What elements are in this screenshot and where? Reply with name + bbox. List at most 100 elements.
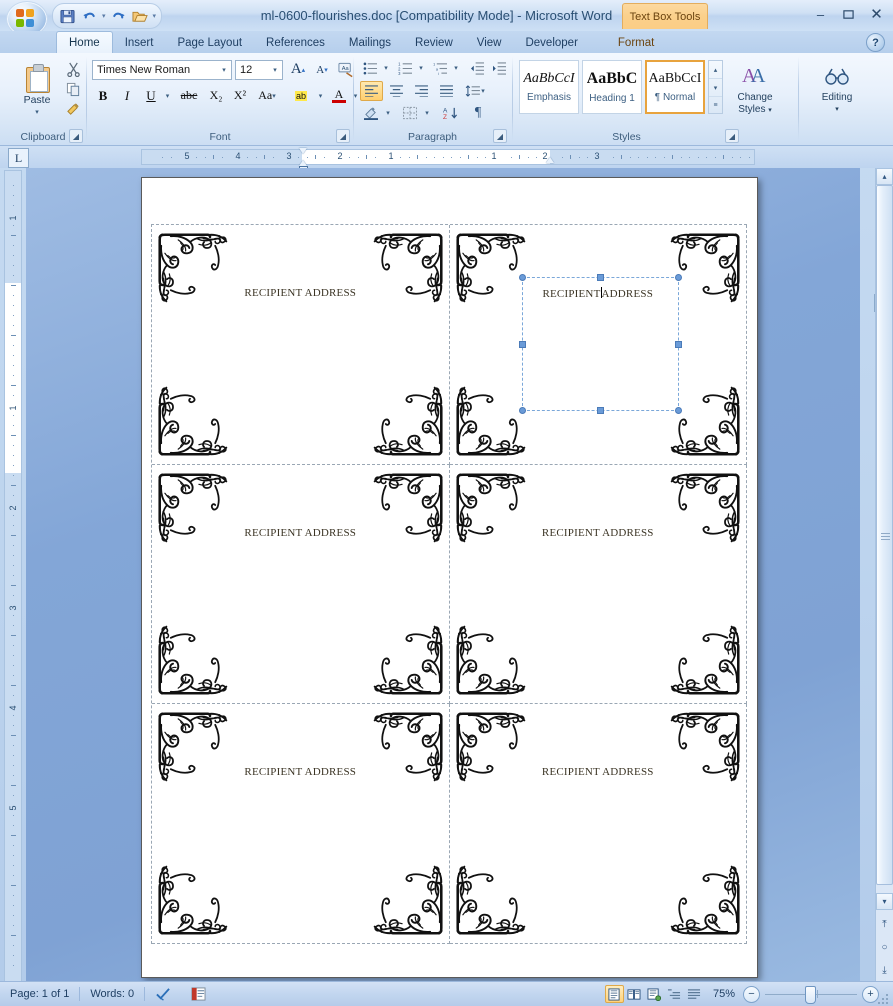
document-canvas[interactable]: RECIPIENT ADDRESS	[26, 168, 860, 982]
bullets-dropdown[interactable]: ▾	[381, 58, 391, 78]
recipient-address-text[interactable]: RECIPIENT ADDRESS	[152, 287, 449, 299]
next-page-button[interactable]: ⤓	[876, 962, 893, 979]
label-cell[interactable]: RECIPIENT ADDRESS	[450, 465, 748, 705]
paste-button[interactable]: Paste ▾	[14, 59, 60, 121]
font-name-combo[interactable]: Times New Roman ▾	[92, 60, 232, 80]
underline-button[interactable]: U	[140, 85, 162, 106]
scroll-up-button[interactable]: ▴	[876, 168, 893, 185]
zoom-slider[interactable]	[765, 994, 857, 995]
resize-handle[interactable]	[519, 407, 526, 414]
left-indent-marker[interactable]	[299, 148, 308, 170]
resize-handle[interactable]	[675, 341, 682, 348]
align-center-button[interactable]	[385, 81, 408, 101]
document-page[interactable]: RECIPIENT ADDRESS	[141, 177, 758, 978]
open-button[interactable]	[130, 6, 151, 26]
undo-button[interactable]	[79, 6, 100, 26]
decrease-indent-button[interactable]	[467, 58, 487, 78]
label-cell[interactable]: RECIPIENT ADDRESS	[152, 225, 450, 465]
align-left-button[interactable]	[360, 81, 383, 101]
right-indent-marker[interactable]	[546, 157, 554, 163]
style-heading-1[interactable]: AaBbC Heading 1	[582, 60, 642, 114]
help-icon[interactable]: ?	[866, 33, 885, 52]
borders-dropdown[interactable]: ▾	[422, 103, 432, 123]
strikethrough-button[interactable]: abc	[175, 85, 203, 106]
underline-dropdown[interactable]: ▾	[162, 85, 173, 106]
tab-references[interactable]: References	[254, 32, 337, 53]
label-cell[interactable]: RECIPIENT ADDRESS	[450, 704, 748, 944]
resize-grip-icon[interactable]	[878, 992, 890, 1004]
shading-button[interactable]	[360, 103, 382, 123]
customize-qat-icon[interactable]: ▾	[152, 12, 158, 20]
tab-view[interactable]: View	[465, 32, 514, 53]
save-button[interactable]	[57, 6, 78, 26]
recipient-address-text[interactable]: RECIPIENT ADDRESS	[152, 766, 449, 778]
web-layout-view-button[interactable]	[645, 985, 664, 1003]
borders-button[interactable]	[399, 103, 421, 123]
resize-handle[interactable]	[597, 274, 604, 281]
outline-view-button[interactable]	[665, 985, 684, 1003]
tab-selector-button[interactable]: L	[8, 148, 29, 168]
styles-more-button[interactable]: ≡	[709, 97, 722, 114]
previous-page-button[interactable]: ⤒	[876, 916, 893, 933]
proofing-status-icon[interactable]	[145, 983, 181, 1005]
vertical-scrollbar[interactable]: ▴ ▾ ⤒ ○ ⤓	[875, 168, 893, 982]
cut-button[interactable]	[62, 60, 84, 79]
multilevel-list-button[interactable]: 1ai	[430, 58, 450, 78]
show-formatting-marks-button[interactable]: ¶	[467, 103, 489, 123]
tab-page-layout[interactable]: Page Layout	[165, 32, 254, 53]
shading-dropdown[interactable]: ▾	[383, 103, 393, 123]
language-status-icon[interactable]	[181, 983, 216, 1005]
vertical-ruler[interactable]: 112345	[4, 170, 26, 982]
format-painter-button[interactable]	[62, 100, 84, 119]
change-case-button[interactable]: Aa▾	[253, 85, 281, 106]
editing-button[interactable]: Editing ▾	[812, 59, 862, 121]
print-layout-view-button[interactable]	[605, 985, 624, 1003]
multilevel-list-dropdown[interactable]: ▾	[451, 58, 461, 78]
select-browse-object-button[interactable]: ○	[876, 939, 893, 956]
minimize-button[interactable]: –	[810, 5, 831, 23]
line-spacing-button[interactable]: ▾	[463, 81, 487, 101]
scroll-down-button[interactable]: ▾	[876, 893, 893, 910]
tab-developer[interactable]: Developer	[513, 32, 589, 53]
word-count[interactable]: Words: 0	[80, 983, 144, 1005]
tab-insert[interactable]: Insert	[113, 32, 166, 53]
zoom-in-button[interactable]: +	[862, 986, 879, 1003]
change-styles-button[interactable]: AA Change Styles ▾	[728, 59, 782, 121]
recipient-address-text[interactable]: RECIPIENT ADDRESS	[152, 527, 449, 539]
draft-view-button[interactable]	[685, 985, 704, 1003]
horizontal-ruler[interactable]: 54321123	[141, 149, 755, 165]
numbering-dropdown[interactable]: ▾	[416, 58, 426, 78]
tab-mailings[interactable]: Mailings	[337, 32, 403, 53]
superscript-button[interactable]: X²	[229, 85, 251, 106]
align-right-button[interactable]	[410, 81, 433, 101]
subscript-button[interactable]: X₂	[205, 85, 227, 106]
numbering-button[interactable]: 123	[395, 58, 415, 78]
restore-button[interactable]	[838, 5, 859, 23]
recipient-address-text[interactable]: RECIPIENT ADDRESS	[450, 766, 747, 778]
label-cell[interactable]: RECIPIENT ADDRESS	[152, 465, 450, 705]
paragraph-dialog-launcher[interactable]: ◢	[493, 129, 507, 143]
bullets-button[interactable]	[360, 58, 380, 78]
tab-format[interactable]: Format	[606, 32, 666, 53]
text-highlight-button[interactable]: ab	[287, 85, 315, 106]
label-cell[interactable]: RECIPIENTADDRESS	[450, 225, 748, 465]
editing-dropdown-icon[interactable]: ▾	[835, 104, 839, 115]
recipient-address-text[interactable]: RECIPIENTADDRESS	[450, 287, 747, 300]
style-emphasis[interactable]: AaBbCcI Emphasis	[519, 60, 579, 114]
page-indicator[interactable]: Page: 1 of 1	[0, 983, 79, 1005]
increase-indent-button[interactable]	[489, 58, 509, 78]
resize-handle[interactable]	[519, 274, 526, 281]
justify-button[interactable]	[435, 81, 458, 101]
font-dialog-launcher[interactable]: ◢	[336, 129, 350, 143]
zoom-out-button[interactable]: −	[743, 986, 760, 1003]
copy-button[interactable]	[62, 80, 84, 99]
undo-dropdown-icon[interactable]: ▾	[101, 12, 107, 20]
font-color-button[interactable]: A	[328, 85, 350, 106]
grow-font-button[interactable]: A▴	[287, 59, 309, 80]
full-screen-reading-view-button[interactable]	[625, 985, 644, 1003]
tab-review[interactable]: Review	[403, 32, 465, 53]
recipient-address-text[interactable]: RECIPIENT ADDRESS	[450, 527, 747, 539]
styles-dialog-launcher[interactable]: ◢	[725, 129, 739, 143]
paste-dropdown-icon[interactable]: ▾	[35, 108, 39, 116]
bold-button[interactable]: B	[92, 85, 114, 106]
